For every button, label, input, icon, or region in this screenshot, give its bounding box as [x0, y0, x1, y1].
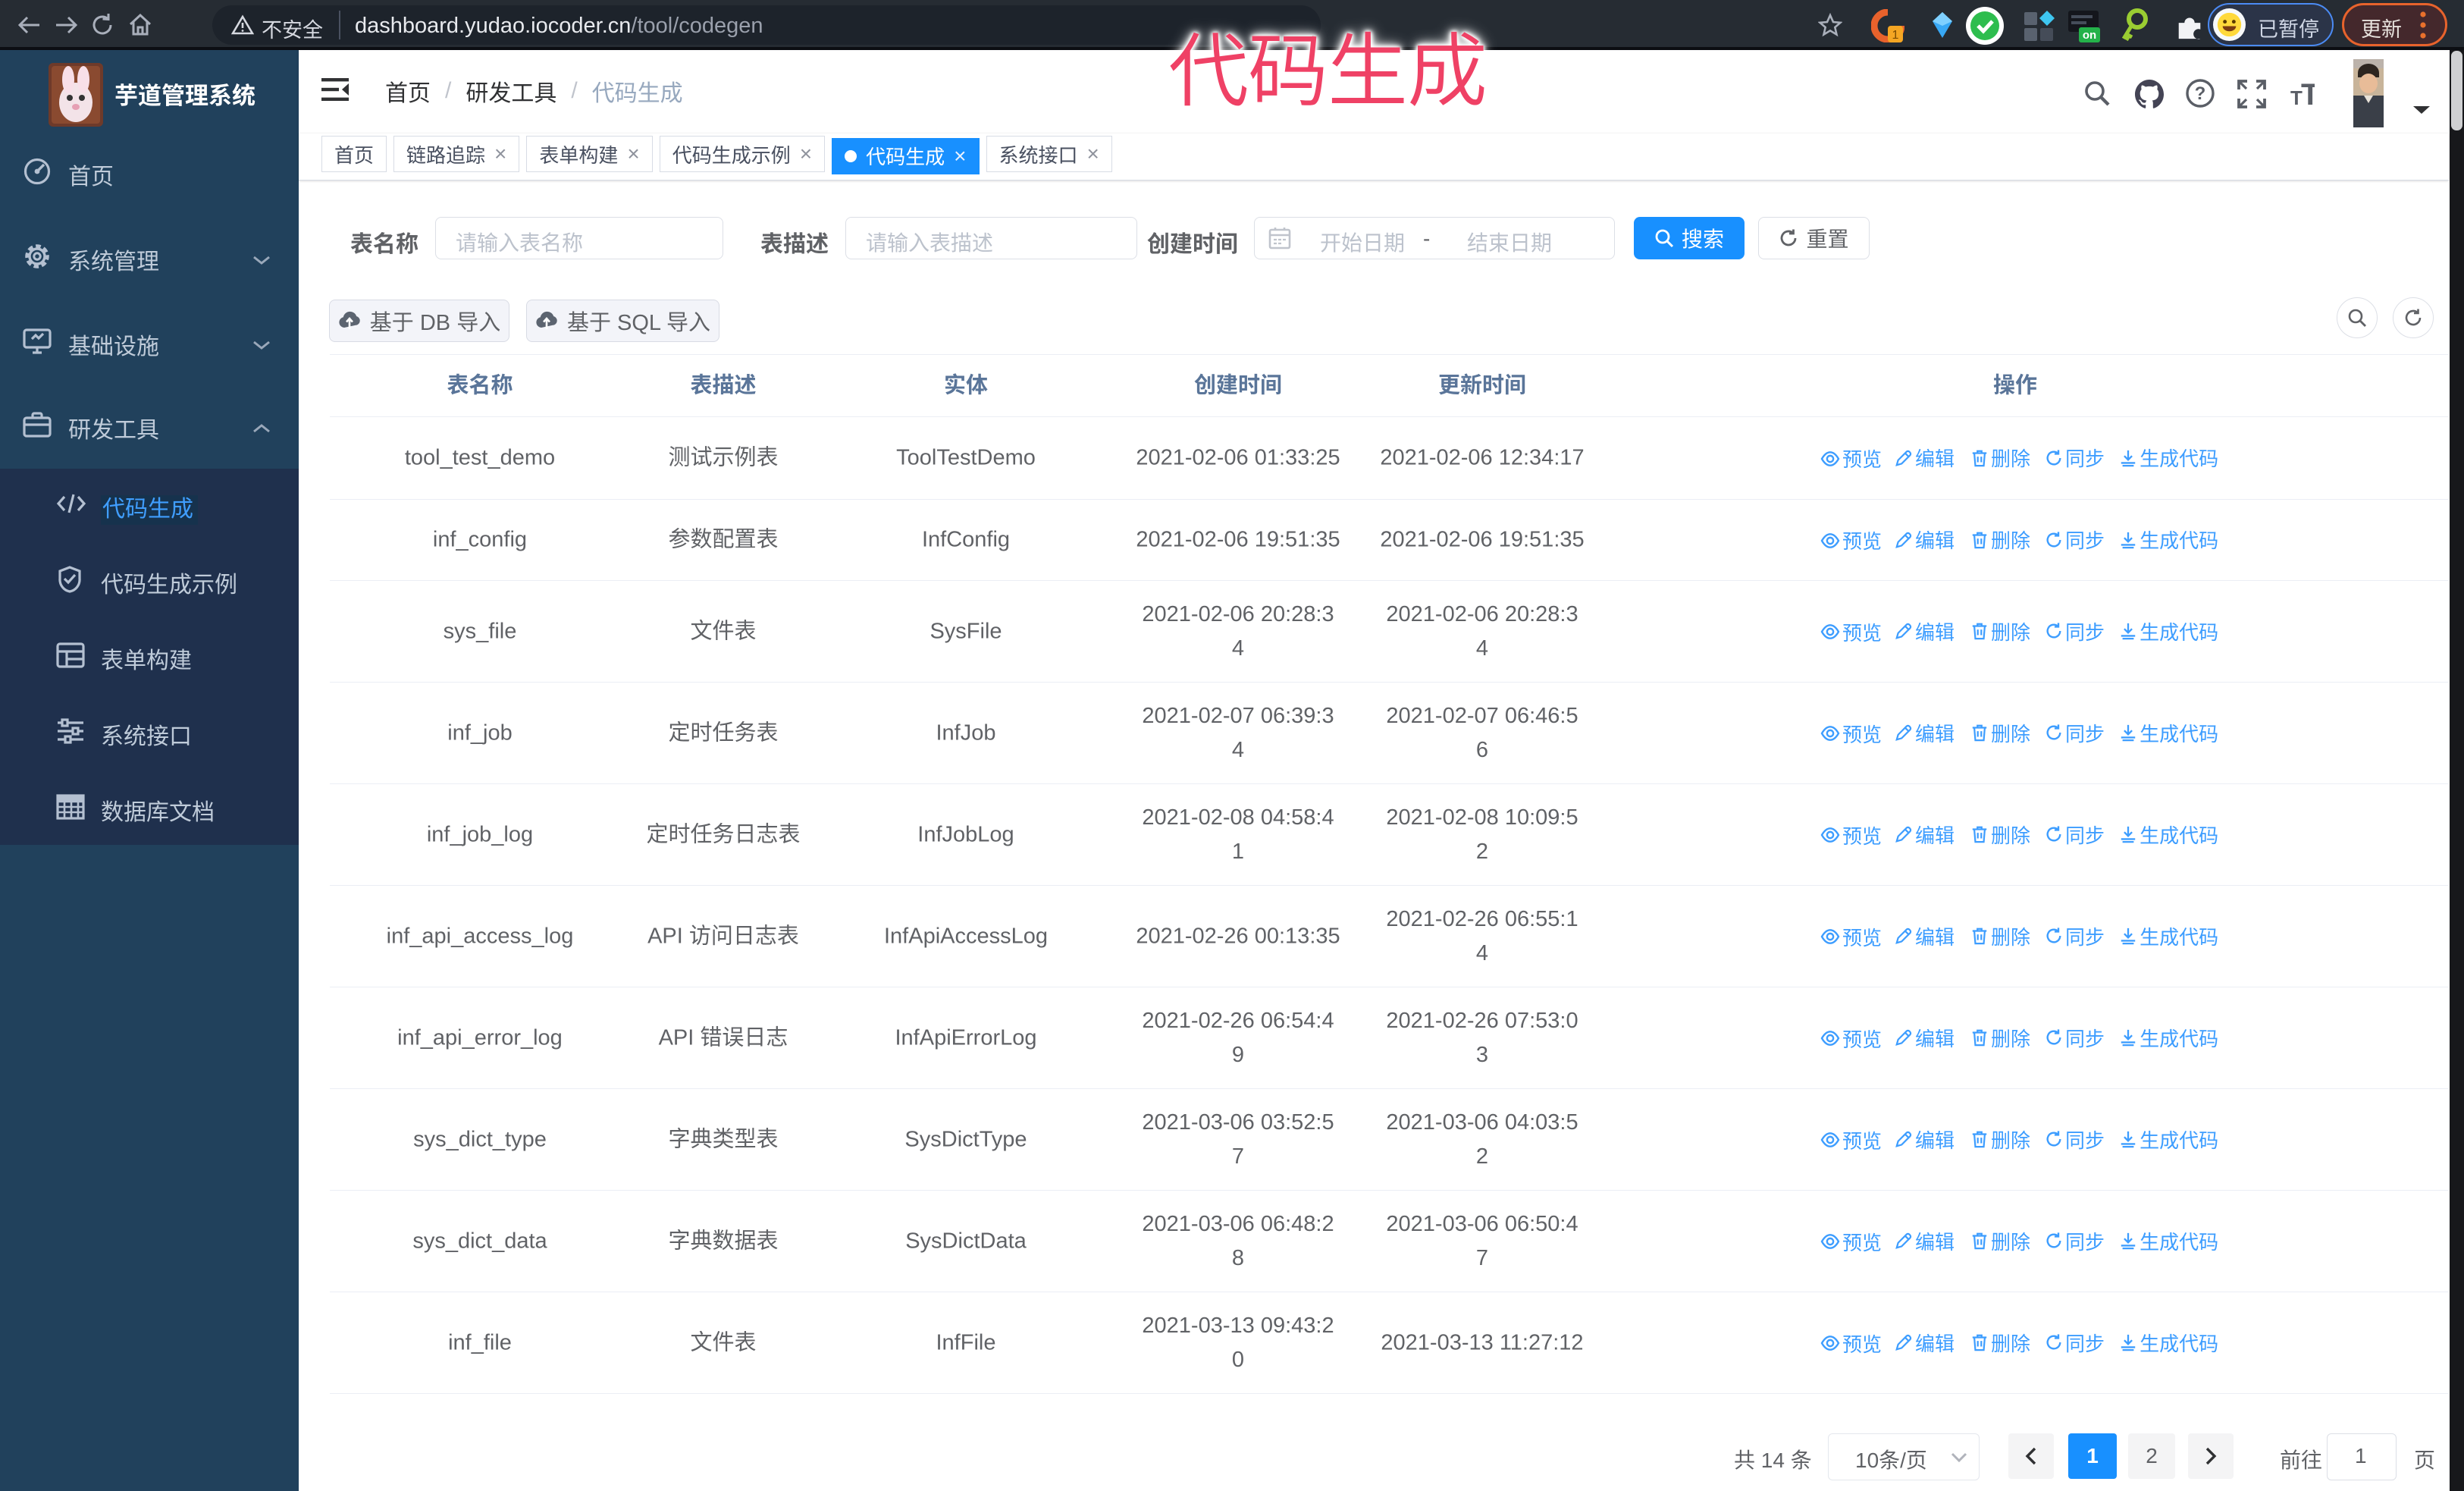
- svg-text:T: T: [2301, 79, 2315, 109]
- svg-text:1: 1: [1892, 29, 1899, 42]
- svg-text:?: ?: [2195, 83, 2206, 104]
- svg-text:on: on: [2083, 29, 2096, 42]
